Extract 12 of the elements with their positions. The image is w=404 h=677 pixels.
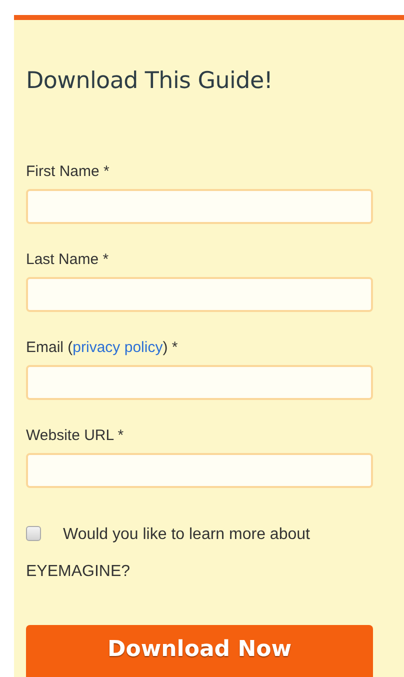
privacy-policy-link[interactable]: privacy policy — [72, 339, 163, 356]
form-title: Download This Guide! — [26, 67, 274, 96]
field-label: Website URL * — [26, 426, 125, 446]
field-label: Email (privacy policy) * — [26, 338, 179, 358]
field-label: Last Name * — [26, 250, 110, 270]
download-button[interactable]: Download Now — [26, 625, 373, 677]
input-field[interactable] — [26, 365, 373, 400]
field-label: First Name * — [26, 162, 110, 182]
opt-in-checkbox[interactable]: Would you like to learn more about EYEMAGINE? — [26, 516, 376, 590]
input-field[interactable] — [26, 453, 373, 488]
input-field[interactable] — [26, 189, 373, 224]
input-field[interactable] — [26, 277, 373, 312]
